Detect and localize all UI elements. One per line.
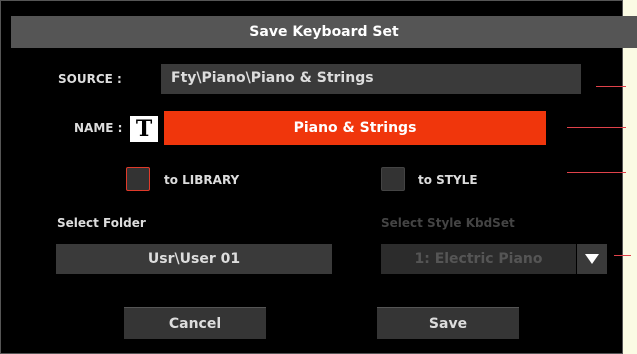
- callout-line-options: [567, 172, 626, 173]
- style-kbdset-selector[interactable]: 1: Electric Piano: [381, 244, 576, 274]
- callout-line-style-kbdset: [614, 255, 631, 256]
- callout-line-source: [596, 86, 626, 87]
- folder-selector[interactable]: Usr\User 01: [56, 244, 332, 274]
- source-field: Fty\Piano\Piano & Strings: [161, 64, 581, 94]
- cancel-button[interactable]: Cancel: [124, 307, 266, 339]
- source-label: SOURCE :: [58, 72, 122, 86]
- name-field[interactable]: Piano & Strings: [164, 111, 546, 145]
- style-kbdset-dropdown-button[interactable]: [577, 244, 607, 274]
- save-keyboard-set-dialog: Save Keyboard Set SOURCE : Fty\Piano\Pia…: [0, 0, 637, 354]
- chevron-down-icon: [585, 254, 599, 264]
- to-style-checkbox[interactable]: [381, 167, 405, 191]
- name-label: NAME :: [74, 121, 123, 135]
- select-style-kbdset-label: Select Style KbdSet: [381, 216, 515, 230]
- to-library-label: to LIBRARY: [164, 173, 240, 187]
- save-button[interactable]: Save: [377, 307, 519, 339]
- text-edit-icon[interactable]: T: [130, 116, 158, 142]
- callout-line-name: [567, 127, 626, 128]
- dialog-title: Save Keyboard Set: [11, 16, 637, 48]
- to-library-checkbox[interactable]: [126, 167, 150, 191]
- to-style-label: to STYLE: [418, 173, 478, 187]
- select-folder-label: Select Folder: [57, 216, 146, 230]
